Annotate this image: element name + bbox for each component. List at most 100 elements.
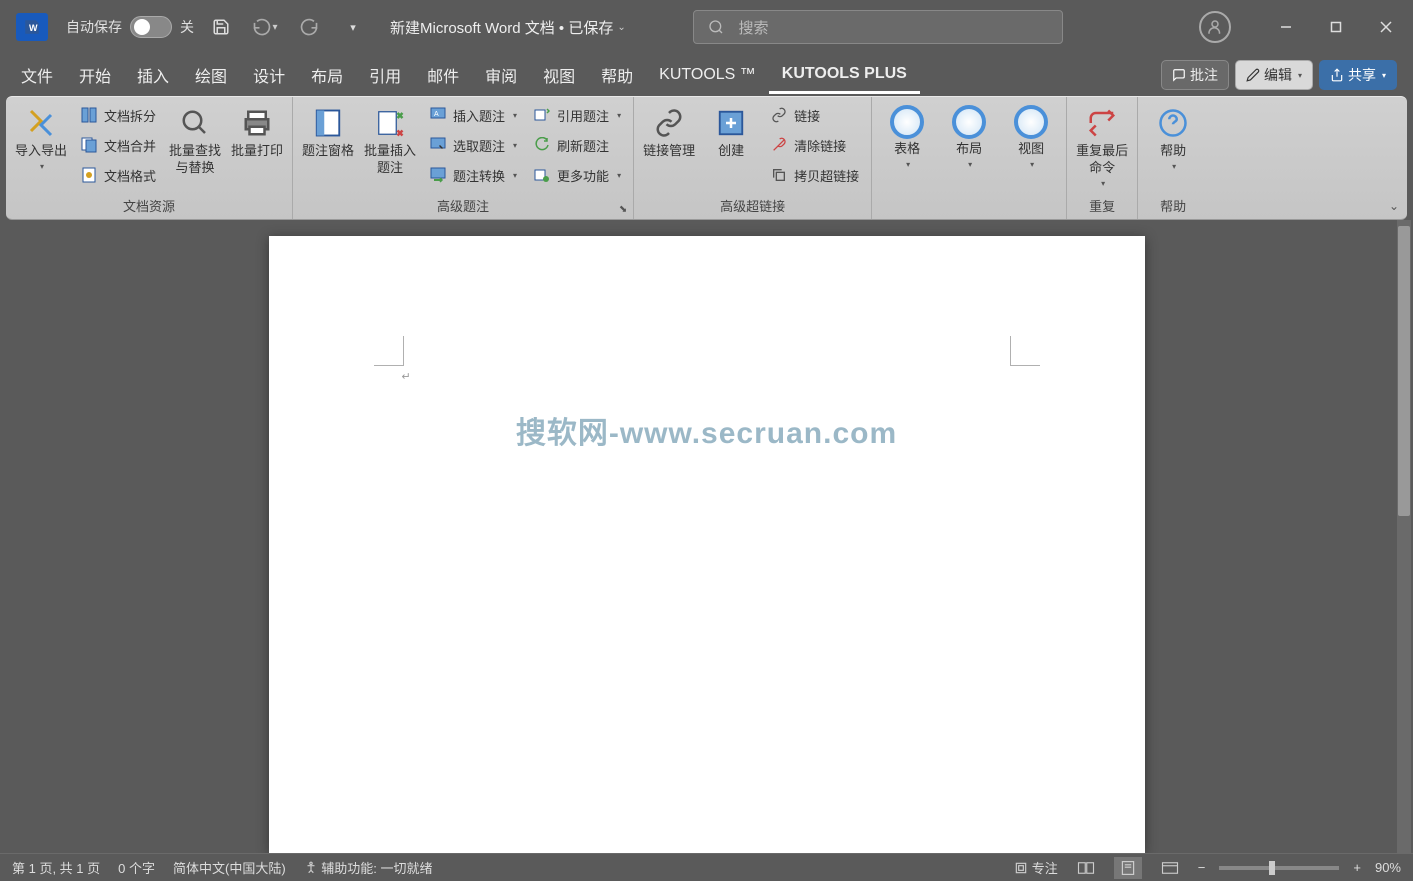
document-page[interactable]: ↵ 搜软网-www.secruan.com (269, 236, 1145, 853)
word-count[interactable]: 0 个字 (118, 858, 155, 877)
edit-button[interactable]: 编辑▾ (1235, 60, 1313, 90)
focus-mode[interactable]: 专注 (1014, 858, 1058, 877)
collapse-ribbon-button[interactable]: ⌄ (1389, 199, 1399, 213)
link-manage-button[interactable]: 链接管理 (640, 101, 698, 164)
batch-find-button[interactable]: 批量查找与替换 (166, 101, 224, 181)
import-export-icon (25, 107, 57, 139)
svg-text:W: W (29, 23, 38, 33)
zoom-slider[interactable] (1219, 866, 1339, 870)
tab-references[interactable]: 引用 (356, 55, 414, 95)
tab-kutools-plus[interactable]: KUTOOLS PLUS (769, 57, 920, 94)
tab-layout[interactable]: 布局 (298, 55, 356, 95)
pencil-icon (1246, 68, 1260, 82)
cursor-mark: ↵ (402, 370, 411, 383)
autosave-label: 自动保存 (66, 17, 122, 37)
ribbon-group-help: 帮助 ▾ 帮助 (1138, 97, 1208, 219)
tab-design[interactable]: 设计 (240, 55, 298, 95)
tab-help[interactable]: 帮助 (588, 55, 646, 95)
zoom-thumb[interactable] (1269, 861, 1275, 875)
zoom-in-button[interactable]: + (1353, 860, 1361, 875)
tab-home[interactable]: 开始 (66, 55, 124, 95)
tab-kutools[interactable]: KUTOOLS ™ (646, 58, 769, 92)
search-input[interactable]: 搜索 (693, 10, 1063, 44)
clear-link-icon (770, 136, 788, 154)
caption-convert-button[interactable]: 题注转换▾ (423, 161, 523, 189)
create-link-button[interactable]: 创建 (702, 101, 760, 164)
insert-caption-button[interactable]: A插入题注▾ (423, 101, 523, 129)
title-bar: W 自动保存 关 ▾ ▾ 新建Microsoft Word 文档 • 已保存 ⌄… (0, 0, 1413, 54)
scroll-thumb[interactable] (1398, 226, 1410, 516)
ref-caption-button[interactable]: 引用题注▾ (527, 101, 627, 129)
zoom-out-button[interactable]: − (1198, 860, 1206, 875)
ribbon-group-repeat: 重复最后命令 ▾ 重复 (1067, 97, 1138, 219)
table-button[interactable]: 表格▾ (878, 101, 936, 173)
doc-split-button[interactable]: 文档拆分 (74, 101, 162, 129)
ribbon-group-views: 表格▾ 布局▾ 视图▾ (872, 97, 1067, 219)
toggle-switch[interactable] (130, 16, 172, 38)
ring-icon (890, 105, 924, 139)
save-button[interactable] (208, 14, 234, 40)
tab-view[interactable]: 视图 (530, 55, 588, 95)
search-icon (708, 19, 724, 35)
refresh-caption-button[interactable]: 刷新题注 (527, 131, 627, 159)
doc-merge-icon (80, 136, 98, 154)
tab-mailings[interactable]: 邮件 (414, 55, 472, 95)
help-button[interactable]: 帮助 ▾ (1144, 101, 1202, 175)
ribbon-tabs: 文件 开始 插入 绘图 设计 布局 引用 邮件 审阅 视图 帮助 KUTOOLS… (0, 54, 1413, 96)
doc-merge-button[interactable]: 文档合并 (74, 131, 162, 159)
vertical-scrollbar[interactable] (1397, 220, 1411, 853)
close-button[interactable] (1363, 9, 1409, 45)
tab-file[interactable]: 文件 (8, 55, 66, 95)
ring-icon (1014, 105, 1048, 139)
more-functions-button[interactable]: 更多功能▾ (527, 161, 627, 189)
printer-icon (242, 108, 272, 138)
repeat-icon (1087, 108, 1117, 138)
insert-caption-icon: A (429, 106, 447, 124)
language[interactable]: 简体中文(中国大陆) (173, 858, 286, 877)
accessibility[interactable]: 辅助功能: 一切就绪 (304, 858, 433, 877)
caption-pane-button[interactable]: 题注窗格 (299, 101, 357, 164)
batch-print-button[interactable]: 批量打印 (228, 101, 286, 164)
tab-review[interactable]: 审阅 (472, 55, 530, 95)
redo-button[interactable] (296, 14, 322, 40)
tab-insert[interactable]: 插入 (124, 55, 182, 95)
focus-icon (1014, 861, 1028, 875)
chevron-down-icon: ⌄ (617, 22, 625, 33)
import-export-button[interactable]: 导入导出 ▾ (12, 101, 70, 175)
magnifier-icon (180, 108, 210, 138)
clear-link-button[interactable]: 清除链接 (764, 131, 865, 159)
user-avatar[interactable] (1199, 11, 1231, 43)
doc-format-button[interactable]: 文档格式 (74, 161, 162, 189)
select-caption-button[interactable]: 选取题注▾ (423, 131, 523, 159)
copy-link-button[interactable]: 拷贝超链接 (764, 161, 865, 189)
ribbon-group-doc-resources: 导入导出 ▾ 文档拆分 文档合并 文档格式 批量查找与替换 批量打印 文档资源 (6, 97, 293, 219)
share-button[interactable]: 共享▾ (1319, 60, 1397, 90)
layout-button[interactable]: 布局▾ (940, 101, 998, 173)
document-title[interactable]: 新建Microsoft Word 文档 • 已保存 ⌄ (390, 17, 626, 38)
batch-insert-caption-button[interactable]: 批量插入题注 (361, 101, 419, 181)
repeat-last-button[interactable]: 重复最后命令 ▾ (1073, 101, 1131, 192)
more-icon (533, 166, 551, 184)
undo-button[interactable]: ▾ (252, 14, 278, 40)
minimize-button[interactable] (1263, 9, 1309, 45)
link-manage-icon (654, 108, 684, 138)
qat-customize[interactable]: ▾ (340, 14, 366, 40)
zoom-level[interactable]: 90% (1375, 860, 1401, 875)
select-caption-icon (429, 136, 447, 154)
margin-corner-tl (374, 336, 404, 366)
print-layout-button[interactable] (1114, 857, 1142, 879)
view-button[interactable]: 视图▾ (1002, 101, 1060, 173)
maximize-button[interactable] (1313, 9, 1359, 45)
tab-draw[interactable]: 绘图 (182, 55, 240, 95)
link-button[interactable]: 链接 (764, 101, 865, 129)
read-mode-button[interactable] (1072, 857, 1100, 879)
ribbon: 导入导出 ▾ 文档拆分 文档合并 文档格式 批量查找与替换 批量打印 文档资源 (6, 96, 1407, 220)
autosave-state: 关 (180, 17, 194, 37)
web-layout-button[interactable] (1156, 857, 1184, 879)
dialog-launcher-captions[interactable]: ⬊ (616, 202, 630, 216)
doc-format-icon (80, 166, 98, 184)
comments-button[interactable]: 批注 (1161, 60, 1229, 90)
ribbon-group-hyperlinks: 链接管理 创建 链接 清除链接 拷贝超链接 高级超链接 (634, 97, 872, 219)
autosave-toggle[interactable]: 自动保存 关 (66, 16, 194, 38)
page-info[interactable]: 第 1 页, 共 1 页 (12, 858, 100, 877)
